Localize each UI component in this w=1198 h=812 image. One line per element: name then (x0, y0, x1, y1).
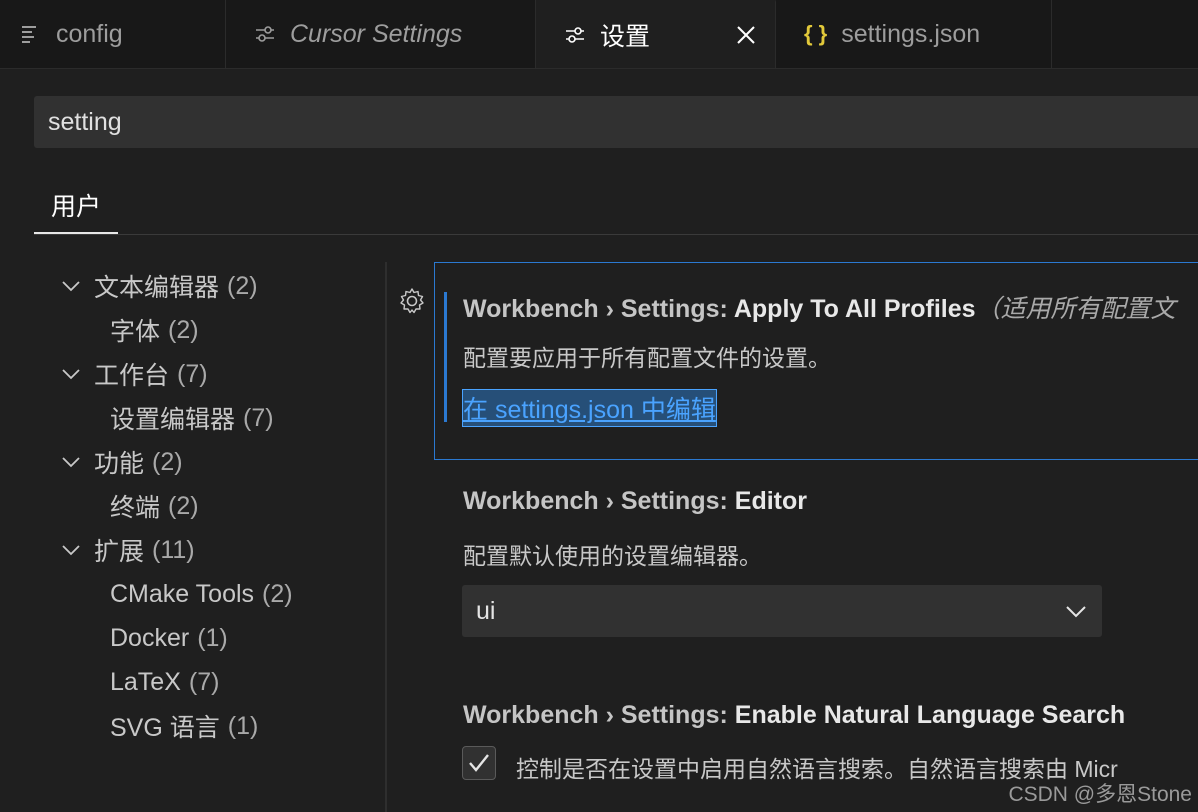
toc-count: (7) (177, 359, 208, 388)
setting-name: Apply To All Profiles (733, 295, 976, 323)
settings-window: config Cursor Settings 设置 {} settings.j… (0, 0, 1198, 812)
setting-name: Enable Natural Language Search (734, 701, 1126, 729)
toc-label: SVG 语言 (110, 714, 220, 742)
select-value: ui (476, 596, 496, 625)
toc-label: LaTeX (110, 667, 181, 696)
tab-label: Cursor Settings (290, 19, 463, 48)
json-braces-icon: { } (804, 21, 828, 46)
toc-count: (1) (227, 711, 259, 740)
toc-label: 文本编辑器 (94, 274, 220, 302)
setting-title: Workbench › Settings: Apply To All Profi… (463, 289, 1176, 325)
sliders-icon (566, 27, 584, 43)
nls-checkbox[interactable] (462, 746, 496, 780)
settings-toc: 文本编辑器 (2) 字体 (2) 工作台 (7) 设置编辑器 (7) 功能 (2) 终端(… (40, 262, 386, 812)
editor-select-dropdown[interactable]: ui (462, 585, 1102, 637)
close-icon[interactable] (735, 24, 757, 46)
setting-scope-note: （适用所有配置文 (975, 295, 1176, 323)
setting-category: Workbench › Settings: (463, 487, 735, 515)
toc-item-terminal[interactable]: 终端 (2) (110, 486, 199, 526)
toc-count: (2) (168, 491, 199, 520)
settings-scope-tabs: 用户 (34, 178, 1198, 235)
watermark: CSDN @多恩Stone (1008, 783, 1192, 806)
setting-title: Workbench › Settings: Enable Natural Lan… (463, 701, 1125, 730)
toc-count: (11) (152, 535, 195, 564)
toc-count: (2) (262, 579, 293, 608)
edit-in-settings-json-link[interactable]: 在 settings.json 中编辑 (462, 389, 717, 427)
setting-name: Editor (734, 487, 807, 515)
modified-indicator (444, 292, 447, 422)
tab-label: 设置 (600, 23, 651, 51)
tab-config[interactable]: config (0, 0, 226, 68)
list-icon (22, 26, 36, 43)
tab-settings-json[interactable]: { } settings.json (776, 0, 1052, 68)
setting-category: Workbench › Settings: (463, 295, 734, 323)
setting-description: 配置默认使用的设置编辑器。 (463, 543, 762, 569)
toc-item-text-editor[interactable]: 文本编辑器 (2) (60, 266, 258, 306)
toc-count: (2) (152, 447, 183, 476)
toc-label: 设置编辑器 (110, 406, 236, 434)
search-input[interactable] (48, 107, 1198, 137)
toc-item-docker[interactable]: Docker (1) (110, 618, 228, 658)
toc-item-settings-editor[interactable]: 设置编辑器 (7) (110, 398, 274, 438)
toc-count: (2) (168, 315, 199, 344)
toc-count: (7) (188, 667, 220, 696)
tab-user-label: 用户 (50, 193, 101, 221)
toc-item-features[interactable]: 功能 (2) (60, 442, 183, 482)
setting-title: Workbench › Settings: Editor (463, 487, 807, 516)
toc-item-font[interactable]: 字体 (2) (110, 310, 199, 350)
toc-item-workbench[interactable]: 工作台 (7) (60, 354, 208, 394)
tab-cursor-settings[interactable]: Cursor Settings (226, 0, 536, 68)
toc-label: Docker (110, 623, 190, 652)
chevron-down-icon (62, 545, 80, 556)
toc-item-extensions[interactable]: 扩展 (11) (60, 530, 195, 570)
toc-item-svg-language[interactable]: SVG 语言 (1) (110, 706, 258, 746)
setting-category: Workbench › Settings: (463, 701, 735, 729)
tab-settings[interactable]: 设置 (536, 0, 776, 68)
tab-label: config (56, 19, 123, 48)
sliders-icon (256, 26, 274, 42)
toc-label: 字体 (110, 318, 161, 346)
toc-label: 终端 (110, 494, 161, 522)
gear-icon[interactable] (398, 287, 426, 315)
tab-label: settings.json (841, 19, 981, 48)
checkmark-icon (469, 754, 489, 772)
tab-user[interactable]: 用户 (34, 178, 118, 234)
chevron-down-icon (62, 457, 80, 468)
toc-label: 扩展 (94, 538, 145, 566)
toc-item-latex[interactable]: LaTeX (7) (110, 662, 219, 702)
setting-description: 配置要应用于所有配置文件的设置。 (463, 345, 831, 371)
toc-label: 工作台 (94, 362, 170, 390)
chevron-down-icon (62, 369, 80, 380)
toc-count: (1) (197, 623, 228, 652)
chevron-down-icon (62, 281, 80, 292)
toc-count: (7) (243, 403, 274, 432)
toc-label: CMake Tools (110, 579, 255, 608)
editor-tab-bar: config Cursor Settings 设置 {} settings.j… (0, 0, 1198, 69)
toc-label: 功能 (94, 450, 145, 478)
toc-item-cmake-tools[interactable]: CMake Tools (2) (110, 574, 293, 614)
chevron-down-icon (1066, 606, 1086, 618)
toc-count: (2) (227, 271, 258, 300)
settings-search-box[interactable] (34, 96, 1198, 148)
